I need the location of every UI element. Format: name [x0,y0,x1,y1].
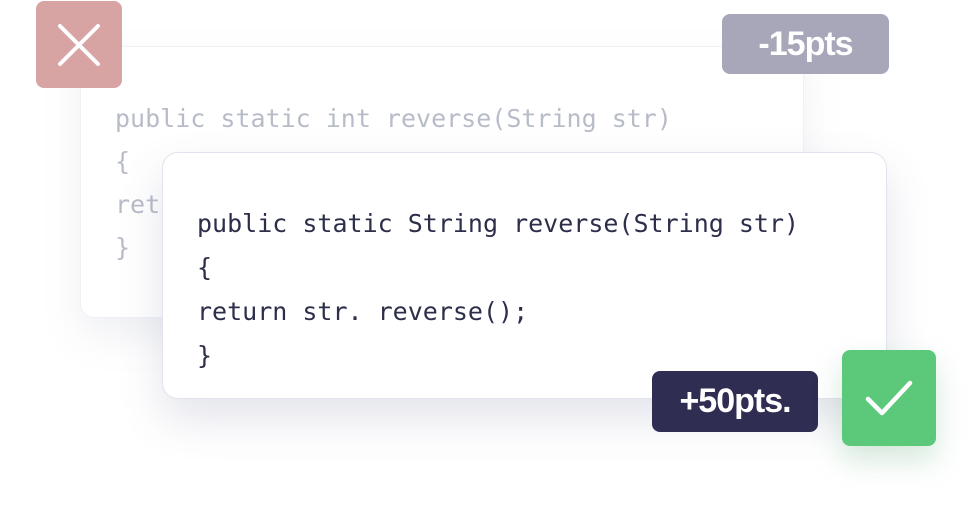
code-line: public static String reverse(String str) [197,209,800,238]
code-line: return str. reverse(); [197,297,529,326]
correct-badge [842,350,936,446]
correct-code-block: public static String reverse(String str)… [197,202,799,378]
penalty-points-badge: -15pts [722,14,889,74]
check-icon [865,380,913,416]
code-line: public static int reverse(String str) [115,104,672,133]
close-icon [58,23,100,66]
incorrect-badge [36,1,122,88]
reward-points-badge: +50pts. [652,371,818,432]
code-line: { [197,253,213,282]
correct-code-card: public static String reverse(String str)… [162,152,887,399]
